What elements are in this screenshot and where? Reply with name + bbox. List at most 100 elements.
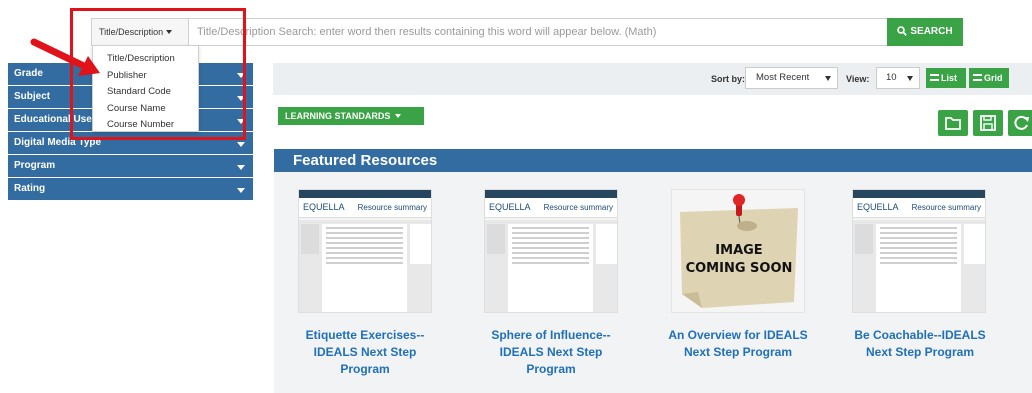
thumbnail-sidebar <box>301 224 319 254</box>
image-coming-soon-icon: IMAGE COMING SOON <box>680 194 798 308</box>
list-icon <box>930 74 939 81</box>
featured-resources-header: Featured Resources <box>274 149 1032 172</box>
thumbnail-header: EQUELLA Resource summary <box>853 198 985 218</box>
title-line: Next Step Program <box>683 345 793 359</box>
thumbnail-body <box>485 220 617 312</box>
chevron-down-icon <box>237 188 245 193</box>
thumbnail-panel <box>596 224 617 264</box>
title-line: Sphere of Influence-- <box>491 328 611 342</box>
facet-label: Educational Use <box>14 114 92 125</box>
list-view-button[interactable]: List <box>926 68 966 88</box>
refresh-button[interactable] <box>1008 110 1032 136</box>
thumbnail-panel <box>964 224 985 264</box>
facet-label: Digital Media Type <box>14 137 102 148</box>
results-toolbar: Sort by: Most Recent View: 10 List Grid <box>273 63 1032 95</box>
resource-title-link[interactable]: Be Coachable--IDEALS Next Step Program <box>830 327 1010 361</box>
grid-view-button[interactable]: Grid <box>969 68 1009 88</box>
chevron-down-icon <box>237 73 245 78</box>
search-type-option[interactable]: Standard Code <box>93 84 198 101</box>
grid-label: Grid <box>984 73 1003 83</box>
search-type-option[interactable]: Title/Description <box>93 51 198 68</box>
title-line: IDEALS Next Step <box>499 345 603 359</box>
thumbnail-header: EQUELLA Resource summary <box>299 198 431 218</box>
facet-label: Program <box>14 160 56 171</box>
thumbnail-content <box>876 224 961 312</box>
chevron-down-icon <box>237 96 245 101</box>
coming-soon-line-1: IMAGE <box>715 243 762 258</box>
refresh-icon <box>1014 115 1029 130</box>
title-line: An Overview for IDEALS <box>668 328 808 342</box>
equella-logo: EQUELLA <box>489 202 531 212</box>
thumbnail-topbar <box>485 190 617 198</box>
search-type-label: Title/Description <box>99 27 164 37</box>
sort-select[interactable]: Most Recent <box>745 67 838 89</box>
search-icon <box>897 26 908 36</box>
resource-title-link[interactable]: Etiquette Exercises-- IDEALS Next Step P… <box>275 327 455 378</box>
thumbnail-content <box>322 224 407 312</box>
resource-title-link[interactable]: An Overview for IDEALS Next Step Program <box>648 327 828 361</box>
thumbnail-content <box>508 224 593 312</box>
facet-label: Rating <box>14 183 46 194</box>
thumbnail-sidebar <box>487 224 505 254</box>
title-line: IDEALS Next Step <box>313 345 417 359</box>
thumbnail-header: EQUELLA Resource summary <box>485 198 617 218</box>
chevron-down-icon <box>237 119 245 124</box>
title-line: Program <box>340 362 390 376</box>
grid-icon <box>973 74 982 81</box>
search-input[interactable]: Title/Description Search: enter word the… <box>197 19 877 45</box>
chevron-down-icon <box>237 165 245 170</box>
save-icon <box>980 115 996 131</box>
search-bar: Title/Description Title/Description Sear… <box>91 18 963 46</box>
resource-summary-tab: Resource summary <box>543 203 613 212</box>
thumbnail-body <box>853 220 985 312</box>
save-button[interactable] <box>973 110 1003 136</box>
thumbnail-body <box>299 220 431 312</box>
resource-thumbnail[interactable]: EQUELLA Resource summary <box>298 189 432 313</box>
sort-label: Sort by: <box>711 74 746 84</box>
thumbnail-sidebar <box>855 224 873 254</box>
search-type-option[interactable]: Publisher <box>93 68 198 85</box>
chevron-down-icon <box>907 76 913 81</box>
search-type-option[interactable]: Course Number <box>93 117 198 134</box>
search-button-label: SEARCH <box>910 26 953 37</box>
resource-thumbnail[interactable]: EQUELLA Resource summary <box>484 189 618 313</box>
view-count-select[interactable]: 10 <box>876 67 920 89</box>
list-label: List <box>941 73 958 83</box>
equella-logo: EQUELLA <box>857 202 899 212</box>
resource-title-link[interactable]: Sphere of Influence-- IDEALS Next Step P… <box>461 327 641 378</box>
equella-logo: EQUELLA <box>303 202 345 212</box>
resource-summary-tab: Resource summary <box>357 203 427 212</box>
chevron-down-icon <box>825 76 831 81</box>
resource-thumbnail[interactable]: EQUELLA Resource summary <box>852 189 986 313</box>
folder-icon <box>945 117 961 130</box>
search-type-option[interactable]: Course Name <box>93 101 198 118</box>
folder-button[interactable] <box>938 110 968 136</box>
facet-digital-media-type[interactable]: Digital Media Type <box>8 132 253 154</box>
learning-standards-button[interactable]: LEARNING STANDARDS <box>278 107 424 125</box>
title-line: Next Step Program <box>865 345 975 359</box>
search-type-menu: Title/Description Publisher Standard Cod… <box>92 45 199 132</box>
search-button[interactable]: SEARCH <box>887 18 963 46</box>
chevron-down-icon <box>395 114 402 118</box>
featured-heading: Featured Resources <box>293 152 438 169</box>
title-line: Program <box>526 362 576 376</box>
title-line: Etiquette Exercises-- <box>305 328 425 342</box>
arrow-icon <box>30 38 100 76</box>
facet-label: Subject <box>14 91 51 102</box>
chevron-down-icon <box>237 142 245 147</box>
learning-standards-label: LEARNING STANDARDS <box>285 111 391 121</box>
chevron-down-icon <box>166 30 173 34</box>
coming-soon-line-2: COMING SOON <box>686 261 793 276</box>
facet-rating[interactable]: Rating <box>8 178 253 200</box>
thumbnail-topbar <box>853 190 985 198</box>
thumbnail-topbar <box>299 190 431 198</box>
sort-value: Most Recent <box>756 72 810 83</box>
thumbnail-panel <box>410 224 431 264</box>
facet-program[interactable]: Program <box>8 155 253 177</box>
resource-thumbnail[interactable]: IMAGE COMING SOON <box>671 189 805 313</box>
resource-summary-tab: Resource summary <box>911 203 981 212</box>
view-label: View: <box>846 74 870 84</box>
search-type-dropdown[interactable]: Title/Description <box>92 19 189 45</box>
title-line: Be Coachable--IDEALS <box>854 328 986 342</box>
view-count-value: 10 <box>886 72 897 83</box>
